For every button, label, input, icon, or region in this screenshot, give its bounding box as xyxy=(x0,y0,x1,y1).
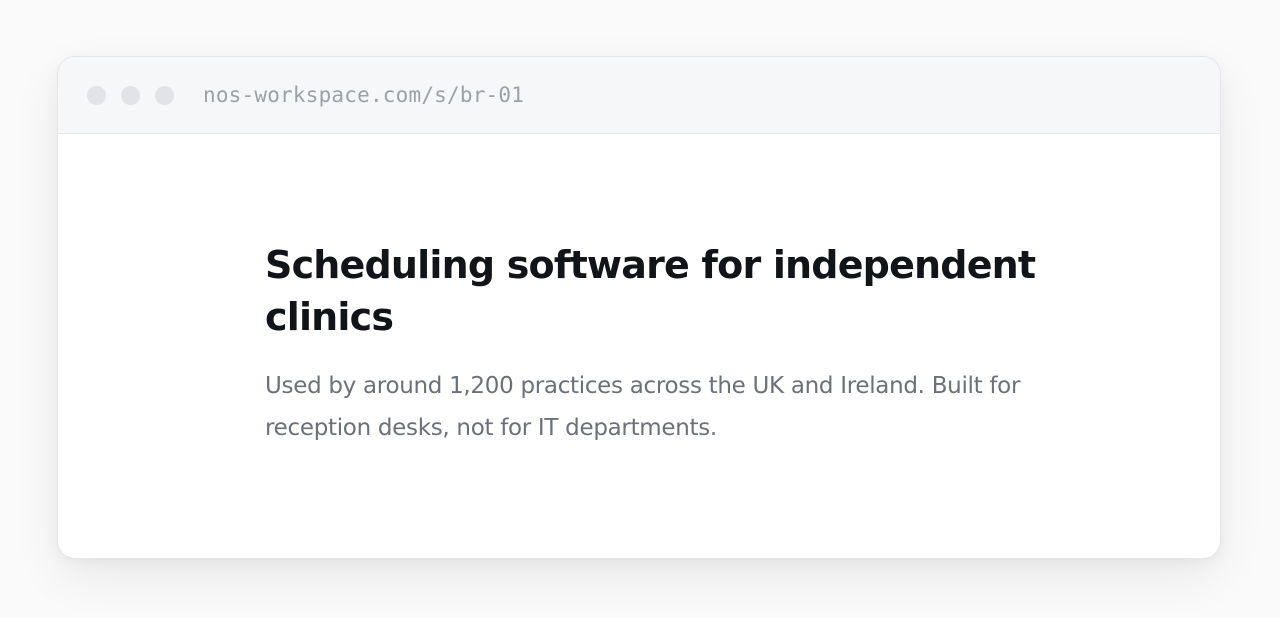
close-dot-icon[interactable] xyxy=(87,85,106,105)
maximize-dot-icon[interactable] xyxy=(155,85,174,105)
browser-window: nos-workspace.com/s/br-01 Scheduling sof… xyxy=(57,56,1221,559)
browser-titlebar: nos-workspace.com/s/br-01 xyxy=(58,57,1220,134)
hero-headline: Scheduling software for independent clin… xyxy=(265,243,1036,339)
minimize-dot-icon[interactable] xyxy=(121,85,140,105)
hero-section: Scheduling software for independent clin… xyxy=(265,239,1045,449)
hero-subtext: Used by around 1,200 practices across th… xyxy=(265,373,1021,441)
address-bar-url[interactable]: nos-workspace.com/s/br-01 xyxy=(203,83,524,107)
